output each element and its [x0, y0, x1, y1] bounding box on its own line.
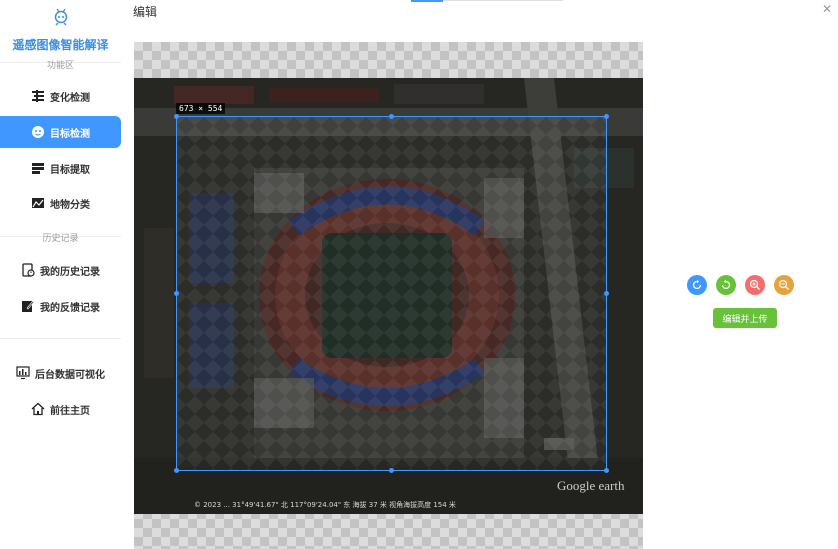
crop-handle-nw[interactable]	[174, 114, 179, 119]
sidebar-item-dashboard[interactable]: 后台数据可视化	[0, 357, 121, 389]
robot-logo-icon	[54, 8, 67, 26]
dialog-title: 编辑	[133, 5, 158, 19]
sidebar-item-label: 目标检测	[50, 128, 90, 140]
group-label-functions: 功能区	[46, 61, 74, 71]
app-title: 遥感图像智能解译	[12, 38, 109, 52]
rotate-right-icon	[692, 279, 702, 290]
sidebar-item-my-history[interactable]: 我的历史记录	[0, 254, 121, 286]
crop-handle-e[interactable]	[604, 291, 609, 296]
edit-dialog: 编辑 ✕ 673 × 554 Google earth © 2023 ... 3…	[121, 0, 838, 549]
crop-handle-se[interactable]	[604, 468, 609, 473]
top-tab-indicator	[411, 0, 443, 2]
sidebar-item-label: 前往主页	[50, 405, 90, 417]
home-icon	[31, 402, 45, 416]
sidebar-item-label: 地物分类	[50, 199, 90, 211]
land-classify-icon	[31, 196, 45, 210]
sidebar-item-label: 目标提取	[50, 164, 90, 176]
rotate-left-icon	[721, 279, 731, 290]
sidebar-item-label: 我的反馈记录	[40, 302, 100, 314]
watermark: Google earth	[557, 478, 625, 493]
sidebar: 遥感图像智能解译 功能区 变化检测 目标检测 目标提取 地物分类 历史记录 我的…	[0, 0, 122, 549]
sidebar-item-my-feedback[interactable]: 我的反馈记录	[0, 290, 121, 322]
zoom-in-button[interactable]	[745, 275, 765, 295]
zoom-out-button[interactable]	[774, 275, 794, 295]
crop-handle-sw[interactable]	[174, 468, 179, 473]
crop-selection-box[interactable]	[174, 114, 609, 473]
sidebar-item-target-extract[interactable]: 目标提取	[0, 152, 121, 184]
image-status-bar: © 2023 ... 31°49'41.67" 北 117°09'24.04" …	[194, 501, 456, 509]
sidebar-item-label: 后台数据可视化	[35, 369, 105, 381]
divider	[0, 338, 121, 339]
sidebar-item-land-classify[interactable]: 地物分类	[0, 187, 121, 219]
crop-handle-n[interactable]	[389, 114, 394, 119]
zoom-out-icon	[778, 279, 789, 290]
sidebar-item-target-detection[interactable]: 目标检测	[0, 116, 121, 148]
top-tab-track	[443, 0, 563, 1]
target-extract-icon	[31, 161, 45, 175]
change-detection-icon	[31, 89, 45, 103]
group-label-history: 历史记录	[42, 234, 79, 244]
sidebar-item-label: 我的历史记录	[40, 266, 100, 278]
target-detection-icon	[31, 125, 45, 139]
sidebar-item-home[interactable]: 前往主页	[0, 393, 121, 425]
crop-handle-ne[interactable]	[604, 114, 609, 119]
sidebar-item-change-detection[interactable]: 变化检测	[0, 80, 121, 112]
dashboard-icon	[16, 366, 30, 380]
image-cropper[interactable]: 673 × 554 Google earth © 2023 ... 31°49'…	[134, 42, 643, 549]
rotate-right-button[interactable]	[687, 275, 707, 295]
feedback-icon	[21, 299, 35, 313]
history-icon	[21, 263, 35, 277]
crop-size-label: 673 × 554	[176, 103, 226, 114]
edit-and-upload-button[interactable]: 编辑并上传	[713, 308, 777, 328]
zoom-in-icon	[749, 279, 760, 290]
logo	[0, 6, 121, 30]
crop-handle-w[interactable]	[174, 291, 179, 296]
sidebar-item-label: 变化检测	[50, 92, 90, 104]
rotate-left-button[interactable]	[716, 275, 736, 295]
crop-handle-s[interactable]	[389, 468, 394, 473]
close-icon[interactable]: ✕	[822, 2, 832, 16]
